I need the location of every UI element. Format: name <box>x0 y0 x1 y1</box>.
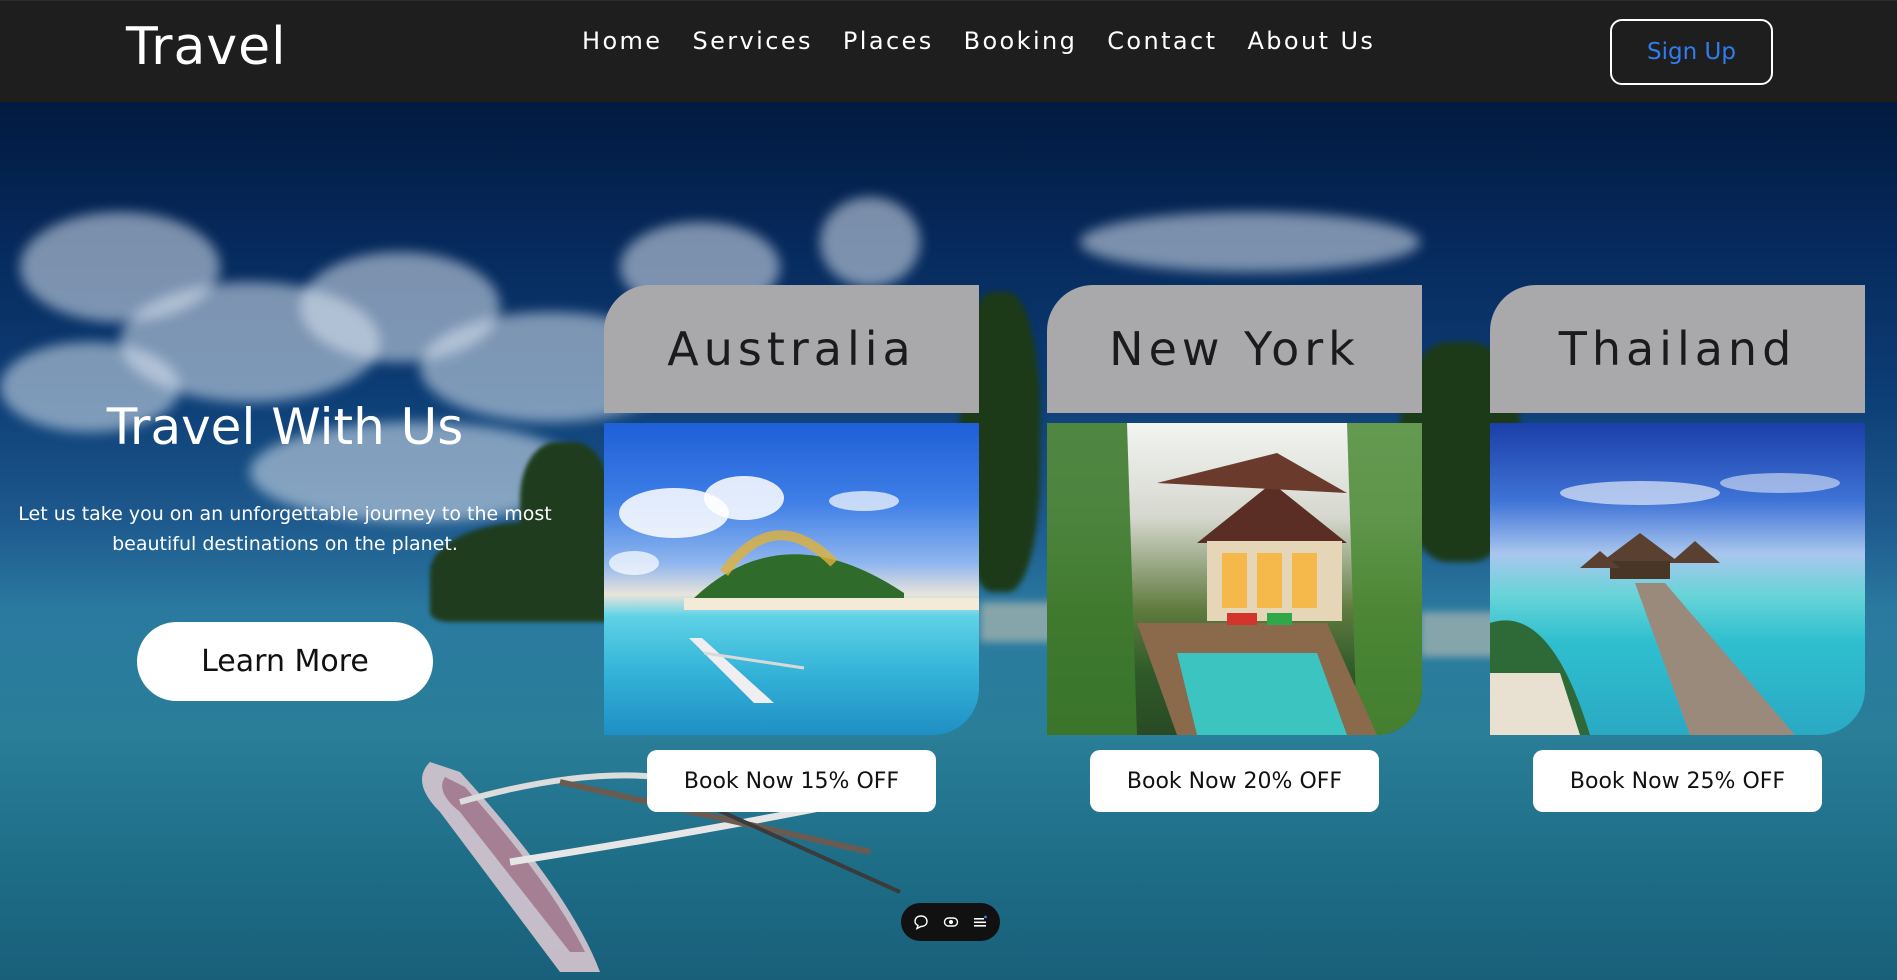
book-now-thailand-button[interactable]: Book Now 25% OFF <box>1532 750 1823 812</box>
sign-up-button[interactable]: Sign Up <box>1610 19 1773 85</box>
learn-more-button[interactable]: Learn More <box>137 622 433 701</box>
destination-card-new-york: New York Book Now 20% OFF <box>1047 285 1422 812</box>
nav-link-home[interactable]: Home <box>582 27 662 55</box>
hero-title: Travel With Us <box>106 398 464 456</box>
nav-link-booking[interactable]: Booking <box>964 27 1078 55</box>
menu-icon[interactable] <box>970 912 990 932</box>
hero-description: Let us take you on an unforgettable jour… <box>18 503 552 555</box>
book-now-new-york-button[interactable]: Book Now 20% OFF <box>1089 750 1380 812</box>
island-illustration <box>609 476 979 703</box>
thailand-overwater-bungalow-image[interactable] <box>1490 423 1865 735</box>
book-now-australia-button[interactable]: Book Now 15% OFF <box>646 750 937 812</box>
nav-link-about-us[interactable]: About Us <box>1247 27 1375 55</box>
australia-island-image[interactable] <box>604 423 979 735</box>
card-title: New York <box>1047 285 1422 413</box>
new-york-resort-image[interactable] <box>1047 423 1422 735</box>
comment-icon[interactable] <box>911 912 931 932</box>
card-title: Thailand <box>1490 285 1865 413</box>
destination-card-australia: Australia Book Now 15% OFF <box>604 285 979 812</box>
nav-link-places[interactable]: Places <box>843 27 934 55</box>
eye-icon[interactable] <box>941 912 961 932</box>
top-navbar: Travel Home Services Places Booking Cont… <box>0 0 1897 102</box>
bungalow-illustration <box>1490 473 1840 735</box>
nav-link-contact[interactable]: Contact <box>1107 27 1217 55</box>
card-button-wrap: Book Now 20% OFF <box>1047 750 1422 812</box>
destination-card-thailand: Thailand Book Now 25% OFF <box>1490 285 1865 812</box>
site-logo[interactable]: Travel <box>126 17 287 77</box>
hero-background: Travel With Us Let us take you on an unf… <box>0 102 1897 980</box>
nav-link-services[interactable]: Services <box>692 27 812 55</box>
floating-toolbar <box>901 903 1000 941</box>
main-nav: Home Services Places Booking Contact Abo… <box>582 27 1375 55</box>
card-button-wrap: Book Now 15% OFF <box>604 750 979 812</box>
cloud <box>1080 212 1420 272</box>
resort-illustration <box>1047 423 1422 735</box>
card-button-wrap: Book Now 25% OFF <box>1490 750 1865 812</box>
card-title: Australia <box>604 285 979 413</box>
cloud <box>820 197 920 287</box>
